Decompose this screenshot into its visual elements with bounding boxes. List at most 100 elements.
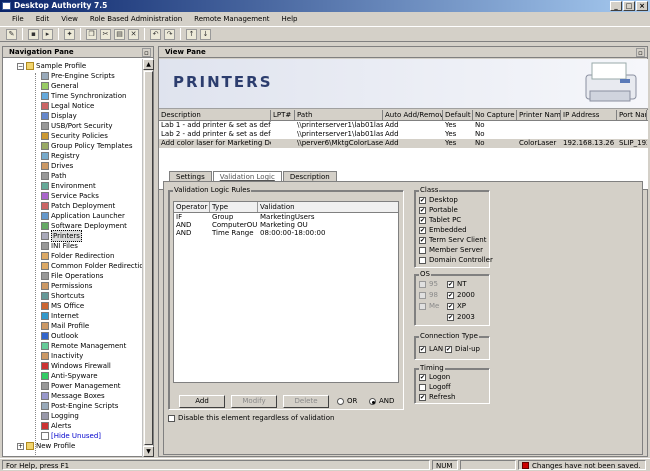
disable-element-checkbox[interactable] <box>168 415 175 422</box>
checkbox[interactable] <box>419 247 426 254</box>
tree-item[interactable]: Alerts <box>41 421 71 431</box>
validation-rules-list[interactable]: Operator Type Validation IF Group Marketin… <box>173 201 399 383</box>
checkbox[interactable]: ✔ <box>419 197 426 204</box>
checkbox-option[interactable]: ✔ 2000 <box>447 291 475 300</box>
column-header[interactable]: Port Name <box>617 110 647 120</box>
tree-item[interactable]: File Operations <box>41 271 103 281</box>
column-type[interactable]: Type <box>210 202 258 212</box>
tree-item[interactable]: Message Boxes <box>41 391 105 401</box>
tree-item[interactable]: MS Office <box>41 301 84 311</box>
column-header[interactable]: Auto Add/Remove <box>383 110 443 120</box>
column-operator[interactable]: Operator <box>174 202 210 212</box>
checkbox-option[interactable]: Member Server <box>419 246 483 255</box>
open-icon[interactable]: ▸ <box>42 28 53 40</box>
tree-item[interactable]: USB/Port Security <box>41 121 113 131</box>
rule-row[interactable]: AND Time Range 08:00:00-18:00:00 <box>174 229 398 237</box>
tree-item[interactable]: Printers <box>41 230 82 242</box>
tree-new-profile[interactable]: + New Profile <box>17 441 75 451</box>
menu-remote-management[interactable]: Remote Management <box>188 13 275 25</box>
move-down-icon[interactable]: ↓ <box>200 28 211 40</box>
tree-item[interactable]: Pre-Engine Scripts <box>41 71 115 81</box>
checkbox-option[interactable]: 98 <box>419 291 438 300</box>
add-rule-button[interactable]: Add <box>179 395 225 408</box>
tree-item[interactable]: Internet <box>41 311 79 321</box>
checkbox[interactable] <box>419 292 426 299</box>
checkbox[interactable]: ✔ <box>419 217 426 224</box>
pin-icon[interactable]: ▫ <box>636 48 645 57</box>
checkbox-option[interactable]: ✔ LAN <box>419 345 443 354</box>
tab-validation-logic[interactable]: Validation Logic <box>212 171 282 181</box>
tree-item[interactable]: Common Folder Redirection <box>41 261 143 271</box>
tree-item[interactable]: Legal Notice <box>41 101 94 111</box>
menu-edit[interactable]: Edit <box>30 13 56 25</box>
expand-icon[interactable]: + <box>17 442 24 450</box>
checkbox-option[interactable]: ✔ XP <box>447 302 466 311</box>
tree-item[interactable]: Windows Firewall <box>41 361 111 371</box>
column-header[interactable]: IP Address <box>561 110 617 120</box>
checkbox-option[interactable]: Domain Controller <box>419 256 493 265</box>
tree-item[interactable]: Registry <box>41 151 80 161</box>
checkbox-option[interactable]: ✔ Desktop <box>419 196 458 205</box>
checkbox-option[interactable]: ✔ Refresh <box>419 393 455 402</box>
checkbox[interactable] <box>419 384 426 391</box>
save-icon[interactable]: ▪ <box>28 28 39 40</box>
tree-item[interactable]: Time Synchronization <box>41 91 126 101</box>
checkbox[interactable]: ✔ <box>447 281 454 288</box>
close-button[interactable]: × <box>636 1 648 11</box>
tree-item[interactable]: Outlook <box>41 331 78 341</box>
table-row[interactable]: Lab 1 - add printer & set as default \\pr… <box>159 121 648 130</box>
tree-item[interactable]: Service Packs <box>41 191 99 201</box>
checkbox-option[interactable]: ✔ Logon <box>419 373 450 382</box>
checkbox[interactable]: ✔ <box>447 292 454 299</box>
column-header[interactable]: Description <box>159 110 271 120</box>
maximize-button[interactable]: □ <box>623 1 635 11</box>
delete-rule-button[interactable]: Delete <box>283 395 329 408</box>
tree-item[interactable]: Permissions <box>41 281 92 291</box>
or-option[interactable]: OR <box>337 397 357 406</box>
checkbox-option[interactable]: ✔ Portable <box>419 206 458 215</box>
tab-settings[interactable]: Settings <box>169 171 212 181</box>
checkbox-option[interactable]: ✔ Dial-up <box>445 345 480 354</box>
checkbox[interactable]: ✔ <box>447 303 454 310</box>
column-header[interactable]: Path <box>295 110 383 120</box>
and-radio[interactable] <box>369 398 376 405</box>
tree-item[interactable]: Post-Engine Scripts <box>41 401 118 411</box>
checkbox-option[interactable]: ✔ Term Serv Client <box>419 236 486 245</box>
checkbox[interactable]: ✔ <box>419 207 426 214</box>
checkbox[interactable]: ✔ <box>447 314 454 321</box>
copy-icon[interactable]: ❐ <box>86 28 97 40</box>
checkbox[interactable]: ✔ <box>445 346 452 353</box>
redo-icon[interactable]: ↷ <box>164 28 175 40</box>
paste-icon[interactable]: ▤ <box>114 28 125 40</box>
disable-element-option[interactable]: Disable this element regardless of valid… <box>168 414 334 423</box>
modify-rule-button[interactable]: Modify <box>231 395 277 408</box>
tree-item[interactable]: Patch Deployment <box>41 201 115 211</box>
column-header[interactable]: No Capture <box>473 110 517 120</box>
tree-item[interactable]: Shortcuts <box>41 291 84 301</box>
tree-root[interactable]: − Sample Profile <box>17 61 86 71</box>
checkbox[interactable]: ✔ <box>419 227 426 234</box>
checkbox-option[interactable]: ✔ Tablet PC <box>419 216 461 225</box>
new-icon[interactable]: ✎ <box>6 28 17 40</box>
checkbox-option[interactable]: 95 <box>419 280 438 289</box>
column-header[interactable]: Default <box>443 110 473 120</box>
rule-row[interactable]: AND ComputerOU Marketing OU <box>174 221 398 229</box>
checkbox-option[interactable]: Logoff <box>419 383 451 392</box>
rule-row[interactable]: IF Group MarketingUsers <box>174 213 398 221</box>
menu-help[interactable]: Help <box>276 13 304 25</box>
tree-item[interactable]: Security Policies <box>41 131 108 141</box>
checkbox-option[interactable]: ✔ Embedded <box>419 226 467 235</box>
tree-item[interactable]: Path <box>41 171 66 181</box>
cut-icon[interactable]: ✂ <box>100 28 111 40</box>
tree-item[interactable]: [Hide Unused] <box>41 431 101 441</box>
scroll-down-icon[interactable]: ▼ <box>143 446 154 457</box>
tree-item[interactable]: Inactivity <box>41 351 83 361</box>
tree-item[interactable]: INI Files <box>41 241 78 251</box>
tree-item[interactable]: Folder Redirection <box>41 251 114 261</box>
column-header[interactable]: LPT# <box>271 110 295 120</box>
tree-item[interactable]: Application Launcher <box>41 211 125 221</box>
column-validation[interactable]: Validation <box>258 202 398 212</box>
tree-item[interactable]: Display <box>41 111 77 121</box>
checkbox[interactable] <box>419 257 426 264</box>
tree-item[interactable]: Environment <box>41 181 96 191</box>
